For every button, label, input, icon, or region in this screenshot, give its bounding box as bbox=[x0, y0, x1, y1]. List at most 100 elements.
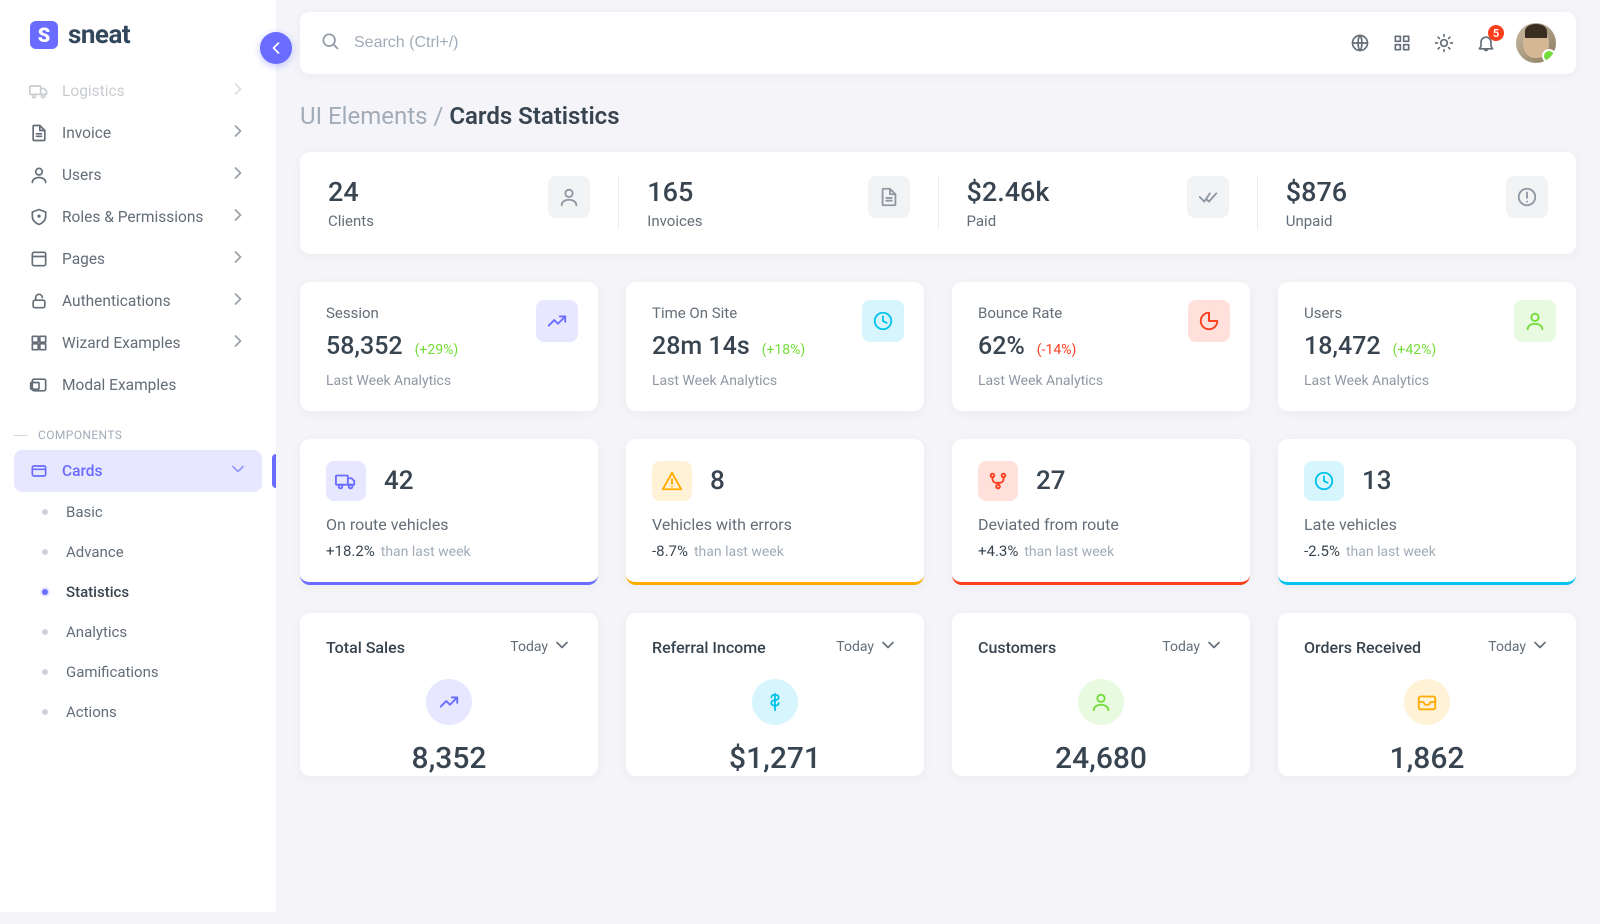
sub-label: Basic bbox=[66, 503, 103, 521]
sidebar-item-logistics[interactable]: Logistics bbox=[14, 70, 262, 112]
card-value: 8,352 bbox=[326, 741, 572, 776]
sidebar-item-pages[interactable]: Pages bbox=[14, 238, 262, 280]
vehicle-value: 42 bbox=[384, 466, 414, 496]
chevron-down-icon bbox=[228, 459, 248, 483]
card-subtitle: Last Week Analytics bbox=[1304, 373, 1550, 389]
nav-label: Authentications bbox=[62, 292, 171, 310]
bullet-icon bbox=[42, 589, 48, 595]
theme-button[interactable] bbox=[1432, 31, 1456, 55]
analytics-card-time on site: Time On Site 28m 14s (+18%) Last Week An… bbox=[626, 282, 924, 411]
apps-icon bbox=[1392, 33, 1412, 53]
cards-icon bbox=[28, 461, 50, 481]
stat-card-orders received: Orders Received Today 1,862 bbox=[1278, 613, 1576, 776]
period-dropdown[interactable]: Today bbox=[1488, 635, 1550, 659]
search-icon bbox=[320, 31, 340, 55]
chevron-down-icon bbox=[1204, 635, 1224, 659]
chevron-left-icon bbox=[266, 38, 286, 58]
card-delta: (+42%) bbox=[1393, 342, 1437, 358]
file-icon bbox=[868, 176, 910, 218]
summary-row: 24 Clients 165 Invoices $2.46k Paid $876… bbox=[300, 152, 1576, 254]
vehicle-value: 13 bbox=[1362, 466, 1392, 496]
summary-label: Paid bbox=[967, 212, 1050, 230]
sidebar-sub-actions[interactable]: Actions bbox=[14, 692, 262, 732]
sidebar: S sneat Logistics Invoice Users Roles & … bbox=[0, 0, 276, 912]
sidebar-item-authentications[interactable]: Authentications bbox=[14, 280, 262, 322]
card-subtitle: Last Week Analytics bbox=[326, 373, 572, 389]
chevron-right-icon bbox=[228, 289, 248, 313]
sidebar-item-cards[interactable]: Cards bbox=[14, 450, 262, 492]
summary-label: Invoices bbox=[647, 212, 702, 230]
sidebar-sub-analytics[interactable]: Analytics bbox=[14, 612, 262, 652]
truck-icon bbox=[326, 461, 366, 501]
summary-value: $876 bbox=[1286, 176, 1347, 208]
card-value: 28m 14s bbox=[652, 332, 750, 361]
card-delta: (+18%) bbox=[762, 342, 806, 358]
card-value: 1,862 bbox=[1304, 741, 1550, 776]
nav-label: Pages bbox=[62, 250, 105, 268]
search-input[interactable] bbox=[354, 34, 1334, 52]
chevron-right-icon bbox=[228, 247, 248, 271]
card-value: $1,271 bbox=[652, 741, 898, 776]
chevron-down-icon bbox=[878, 635, 898, 659]
sidebar-sub-statistics[interactable]: Statistics bbox=[14, 572, 262, 612]
nav-label: Logistics bbox=[62, 82, 125, 100]
user-icon bbox=[548, 176, 590, 218]
stat-card-total sales: Total Sales Today 8,352 bbox=[300, 613, 598, 776]
brand[interactable]: S sneat bbox=[0, 0, 276, 62]
sidebar-sub-basic[interactable]: Basic bbox=[14, 492, 262, 532]
vehicle-label: Deviated from route bbox=[978, 515, 1224, 534]
language-button[interactable] bbox=[1348, 31, 1372, 55]
sidebar-item-wizard-examples[interactable]: Wizard Examples bbox=[14, 322, 262, 364]
user-avatar[interactable] bbox=[1516, 23, 1556, 63]
checks-icon bbox=[1187, 176, 1229, 218]
shield-icon bbox=[28, 207, 50, 227]
vehicle-delta: +18.2%than last week bbox=[326, 542, 572, 560]
bullet-icon bbox=[42, 549, 48, 555]
sidebar-item-roles-permissions[interactable]: Roles & Permissions bbox=[14, 196, 262, 238]
user-icon bbox=[1078, 679, 1124, 725]
nav-label: Invoice bbox=[62, 124, 111, 142]
sidebar-item-users[interactable]: Users bbox=[14, 154, 262, 196]
sub-label: Statistics bbox=[66, 583, 129, 601]
stat-card-referral income: Referral Income Today $1,271 bbox=[626, 613, 924, 776]
clock-icon bbox=[862, 300, 904, 342]
sidebar-item-modal-examples[interactable]: Modal Examples bbox=[14, 364, 262, 406]
sub-label: Gamifications bbox=[66, 663, 159, 681]
sub-label: Advance bbox=[66, 543, 124, 561]
avatar-face bbox=[1523, 28, 1549, 58]
period-dropdown[interactable]: Today bbox=[1162, 635, 1224, 659]
brand-logo-icon: S bbox=[30, 21, 58, 49]
sidebar-sub-gamifications[interactable]: Gamifications bbox=[14, 652, 262, 692]
summary-cell-paid: $2.46k Paid bbox=[939, 176, 1258, 230]
vehicle-delta: -2.5%than last week bbox=[1304, 542, 1550, 560]
vehicle-label: Late vehicles bbox=[1304, 515, 1550, 534]
user-icon bbox=[1514, 300, 1556, 342]
vehicle-delta: +4.3%than last week bbox=[978, 542, 1224, 560]
apps-button[interactable] bbox=[1390, 31, 1414, 55]
period-dropdown[interactable]: Today bbox=[836, 635, 898, 659]
analytics-card-bounce rate: Bounce Rate 62% (-14%) Last Week Analyti… bbox=[952, 282, 1250, 411]
sidebar-collapse-button[interactable] bbox=[260, 32, 292, 64]
card-delta: (+29%) bbox=[415, 342, 459, 358]
notifications-button[interactable]: 5 bbox=[1474, 31, 1498, 55]
notification-badge: 5 bbox=[1488, 25, 1504, 41]
vehicle-label: On route vehicles bbox=[326, 515, 572, 534]
analytics-card-users: Users 18,472 (+42%) Last Week Analytics bbox=[1278, 282, 1576, 411]
chevron-right-icon bbox=[228, 331, 248, 355]
card-value: 24,680 bbox=[978, 741, 1224, 776]
dollar-icon bbox=[752, 679, 798, 725]
analytics-card-session: Session 58,352 (+29%) Last Week Analytic… bbox=[300, 282, 598, 411]
period-dropdown[interactable]: Today bbox=[510, 635, 572, 659]
sidebar-item-invoice[interactable]: Invoice bbox=[14, 112, 262, 154]
trend-icon bbox=[536, 300, 578, 342]
card-delta: (-14%) bbox=[1037, 342, 1077, 358]
breadcrumb: UI Elements / Cards Statistics bbox=[300, 102, 1576, 130]
sidebar-nav: Logistics Invoice Users Roles & Permissi… bbox=[0, 62, 276, 904]
card-title: Total Sales bbox=[326, 638, 405, 657]
square-icon bbox=[28, 249, 50, 269]
grid-icon bbox=[28, 333, 50, 353]
summary-label: Clients bbox=[328, 212, 374, 230]
main-content: 5 UI Elements / Cards Statistics 24 Clie… bbox=[276, 12, 1600, 776]
sidebar-sub-advance[interactable]: Advance bbox=[14, 532, 262, 572]
chevron-right-icon bbox=[228, 79, 248, 103]
